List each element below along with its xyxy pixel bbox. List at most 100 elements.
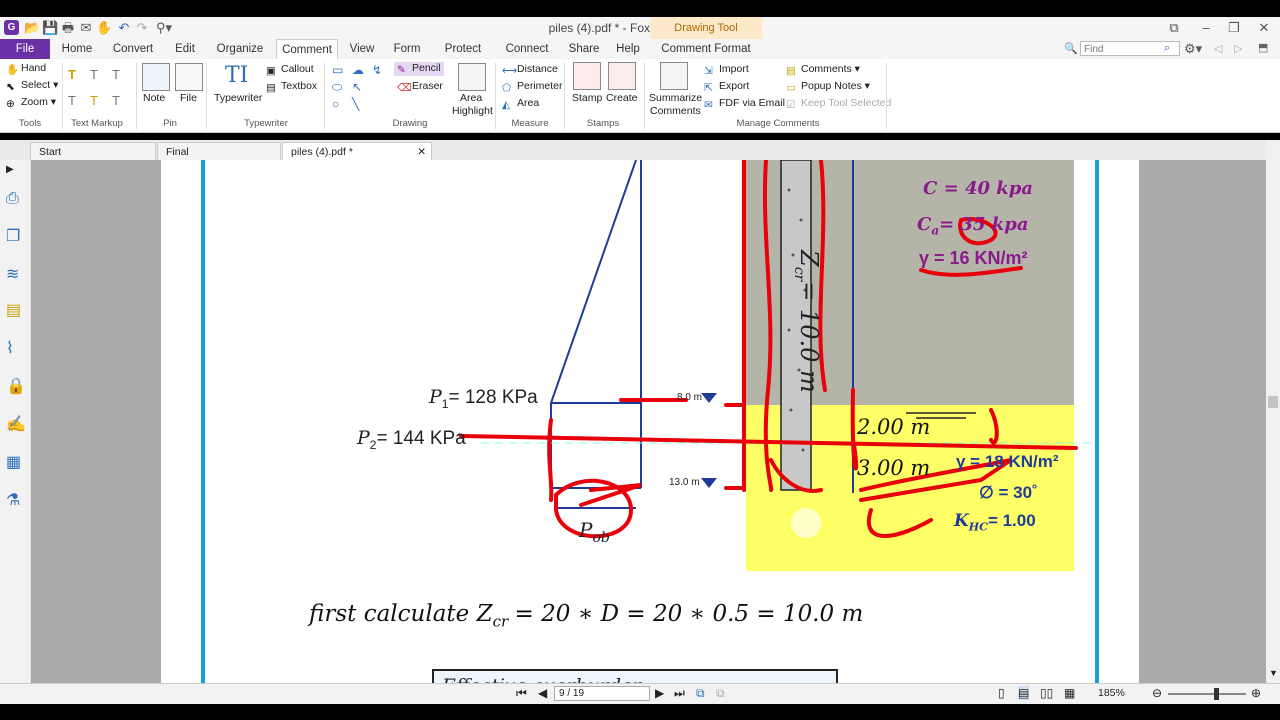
- distance-button[interactable]: ⟷Distance: [502, 63, 558, 77]
- zoom-slider[interactable]: [1168, 693, 1246, 695]
- close-icon[interactable]: ✕: [1256, 20, 1272, 36]
- comments-dropdown[interactable]: ▤ Comments ▾: [786, 63, 860, 77]
- note-button[interactable]: Note: [143, 92, 165, 104]
- tab-final-revision[interactable]: Final revision(3)-2022.pdf: [157, 142, 281, 176]
- tab-organize[interactable]: Organize: [213, 39, 267, 59]
- create-stamp-button[interactable]: Create: [606, 92, 638, 104]
- rectangle-icon[interactable]: ▭: [332, 63, 343, 77]
- perimeter-button[interactable]: ⬠ Perimeter: [502, 80, 563, 94]
- squiggly-text-icon[interactable]: T: [90, 67, 98, 82]
- fdf-email-button[interactable]: ✉ FDF via Email: [704, 97, 785, 111]
- select-tool-button[interactable]: ⬉ Select ▾: [6, 79, 58, 93]
- maximize-icon[interactable]: ❐: [1226, 20, 1242, 36]
- tab-comment[interactable]: Comment: [276, 39, 338, 60]
- tab-protect[interactable]: Protect: [440, 39, 486, 59]
- zoom-level[interactable]: 185%: [1098, 687, 1125, 699]
- summarize-label-1[interactable]: Summarize: [649, 92, 702, 104]
- back-nav-icon[interactable]: ◁: [1214, 42, 1222, 55]
- arrow-icon[interactable]: ↖: [352, 80, 362, 94]
- forward-nav-icon[interactable]: ▷: [1234, 42, 1242, 55]
- prev-page-icon[interactable]: ◀: [538, 686, 547, 700]
- stamp-icon[interactable]: [573, 62, 601, 90]
- next-page-icon[interactable]: ▶: [655, 686, 664, 700]
- highlight-text-icon[interactable]: T: [68, 67, 76, 82]
- import-button[interactable]: ⇲ Import: [704, 63, 749, 77]
- restore-small-icon[interactable]: ⧉: [1166, 20, 1182, 36]
- first-page-icon[interactable]: ⏮: [516, 686, 527, 701]
- pages-icon[interactable]: ❐: [6, 226, 24, 245]
- tab-share[interactable]: Share: [565, 39, 603, 59]
- search-icon[interactable]: ⌕: [1164, 42, 1170, 55]
- export-button[interactable]: ⇱ Export: [704, 80, 749, 94]
- zoom-tool-button[interactable]: ⊕ Zoom ▾: [6, 96, 56, 110]
- close-tab-icon[interactable]: ✕: [417, 143, 426, 161]
- layers-icon[interactable]: ≋: [6, 264, 24, 283]
- underline-text-icon[interactable]: T: [112, 67, 120, 82]
- single-page-icon[interactable]: ▯: [998, 686, 1005, 700]
- last-page-icon[interactable]: ⏭: [674, 686, 685, 701]
- security-lock-icon[interactable]: 🔒: [6, 376, 26, 395]
- stamp-button[interactable]: Stamp: [572, 92, 602, 104]
- attachments-icon[interactable]: ⌇: [6, 338, 24, 357]
- settings-icon[interactable]: ⚙▾: [1184, 41, 1202, 57]
- textbox-button[interactable]: ▤ Textbox: [266, 80, 317, 94]
- tab-help[interactable]: Help: [614, 39, 642, 59]
- signature-icon[interactable]: ✍: [6, 414, 26, 433]
- comments-pane-icon[interactable]: ▤: [6, 300, 24, 319]
- prev-view-icon[interactable]: ⧉: [696, 686, 705, 701]
- collapse-ribbon-icon[interactable]: ⬒: [1258, 41, 1268, 54]
- tab-connect[interactable]: Connect: [502, 39, 552, 59]
- zoom-out-icon[interactable]: ⊖: [1152, 686, 1162, 700]
- content-icon[interactable]: ▦: [6, 452, 24, 471]
- note-icon[interactable]: [142, 63, 170, 91]
- pencil-button[interactable]: ✎ Pencil: [394, 62, 444, 76]
- vertical-scrollbar[interactable]: ▼: [1266, 140, 1280, 683]
- minimize-icon[interactable]: –: [1198, 20, 1214, 36]
- create-stamp-icon[interactable]: [608, 62, 636, 90]
- file-attach-icon[interactable]: [175, 63, 203, 91]
- next-view-icon[interactable]: ⧉: [716, 686, 725, 701]
- file-menu[interactable]: File: [0, 39, 50, 59]
- search-people-icon[interactable]: ⚗: [6, 490, 24, 509]
- polyline-icon[interactable]: ↯: [372, 63, 382, 77]
- bookmarks-icon[interactable]: ⎙: [6, 190, 24, 208]
- summarize-comments-icon[interactable]: [660, 62, 688, 90]
- tab-comment-format[interactable]: Comment Format: [656, 39, 756, 59]
- oval-icon[interactable]: ⬭: [332, 80, 342, 95]
- document-canvas[interactable]: P1= 128 KPa P2= 144 KPa Pob 8.0 m 13.0 m…: [31, 160, 1266, 683]
- continuous-facing-icon[interactable]: ▦: [1064, 686, 1075, 700]
- expand-pane-icon[interactable]: ▶: [6, 164, 24, 182]
- eraser-button[interactable]: ⌫Eraser: [397, 80, 443, 94]
- typewriter-button[interactable]: Typewriter: [214, 92, 262, 104]
- insert-text-icon[interactable]: T: [112, 93, 120, 108]
- page-number-input[interactable]: 9 / 19: [554, 686, 650, 701]
- tab-start[interactable]: Start: [30, 142, 156, 160]
- scroll-down-icon[interactable]: ▼: [1269, 668, 1278, 678]
- popup-notes-dropdown[interactable]: ▭ Popup Notes ▾: [786, 80, 870, 94]
- tab-edit[interactable]: Edit: [170, 39, 200, 59]
- typewriter-icon[interactable]: TI: [225, 63, 248, 88]
- strikeout-text-icon[interactable]: T: [68, 93, 76, 108]
- cloud-icon[interactable]: ☁: [352, 63, 364, 77]
- tab-home[interactable]: Home: [56, 39, 98, 59]
- area-highlight-label-1[interactable]: Area: [460, 92, 482, 104]
- replace-text-icon[interactable]: T: [90, 93, 98, 108]
- area-highlight-label-2[interactable]: Highlight: [452, 105, 493, 117]
- circle-icon[interactable]: ○: [332, 97, 339, 111]
- hand-tool-button[interactable]: ✋ Hand: [6, 62, 46, 76]
- tab-convert[interactable]: Convert: [108, 39, 158, 59]
- area-highlight-icon[interactable]: [458, 63, 486, 91]
- summarize-label-2[interactable]: Comments: [650, 105, 701, 117]
- file-button[interactable]: File: [180, 92, 197, 104]
- zoom-slider-handle[interactable]: [1214, 688, 1219, 700]
- area-button[interactable]: ◭ Area: [502, 97, 539, 111]
- facing-page-icon[interactable]: ▯▯: [1040, 686, 1053, 700]
- tab-view[interactable]: View: [346, 39, 378, 59]
- line-icon[interactable]: ╲: [352, 97, 359, 111]
- scroll-thumb[interactable]: [1268, 396, 1278, 408]
- callout-button[interactable]: ▣ Callout: [266, 63, 314, 77]
- zoom-in-icon[interactable]: ⊕: [1251, 686, 1261, 700]
- continuous-page-icon[interactable]: ▤: [1018, 686, 1030, 700]
- tab-form[interactable]: Form: [390, 39, 424, 59]
- tab-piles[interactable]: piles (4).pdf * ✕: [282, 142, 432, 160]
